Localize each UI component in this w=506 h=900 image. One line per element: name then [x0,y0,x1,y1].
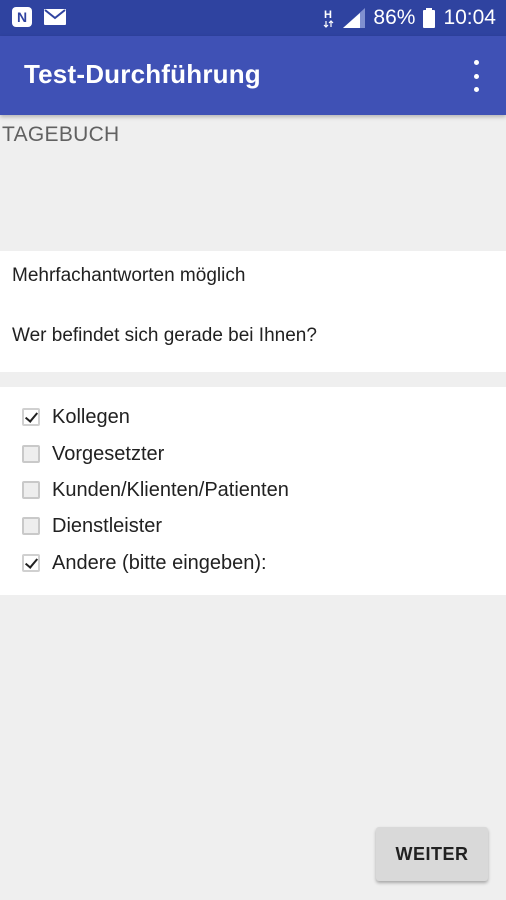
checkbox[interactable] [22,445,40,463]
more-vert-icon[interactable] [464,60,488,92]
option-kollegen[interactable]: Kollegen [22,402,130,432]
checkbox[interactable] [22,517,40,535]
option-dienstleister[interactable]: Dienstleister [22,511,162,541]
network-type-label: H [324,9,332,21]
signal-icon [343,8,366,28]
battery-percent: 86% [373,6,416,29]
question-text: Wer befindet sich gerade bei Ihnen? [12,325,317,346]
n-app-icon: N [12,7,32,27]
checkbox[interactable] [22,481,40,499]
status-bar: N H 86% 10:04 [0,0,506,36]
question-hint: Mehrfachantworten möglich [12,265,246,286]
option-label: Dienstleister [52,514,163,537]
checkbox[interactable] [22,554,40,572]
next-button[interactable]: WEITER [376,827,488,881]
mail-icon [44,9,66,25]
option-label: Andere (bitte eingeben): [52,551,267,574]
option-vorgesetzter[interactable]: Vorgesetzter [22,439,164,469]
clock: 10:04 [443,6,496,29]
app-title: Test-Durchführung [24,59,261,89]
option-label: Kunden/Klienten/Patienten [52,478,289,501]
option-kunden[interactable]: Kunden/Klienten/Patienten [22,475,289,505]
option-andere[interactable]: Andere (bitte eingeben): [22,548,267,578]
option-label: Vorgesetzter [52,442,165,465]
checkbox[interactable] [22,408,40,426]
options-list: Kollegen Vorgesetzter Kunden/Klienten/Pa… [0,387,506,595]
battery-icon [423,8,436,28]
question-card: Mehrfachantworten möglich Wer befindet s… [0,251,506,372]
app-bar: Test-Durchführung [0,36,506,115]
option-label: Kollegen [52,405,130,428]
section-label: TAGEBUCH [2,123,120,146]
network-type-icon: H [323,7,335,29]
